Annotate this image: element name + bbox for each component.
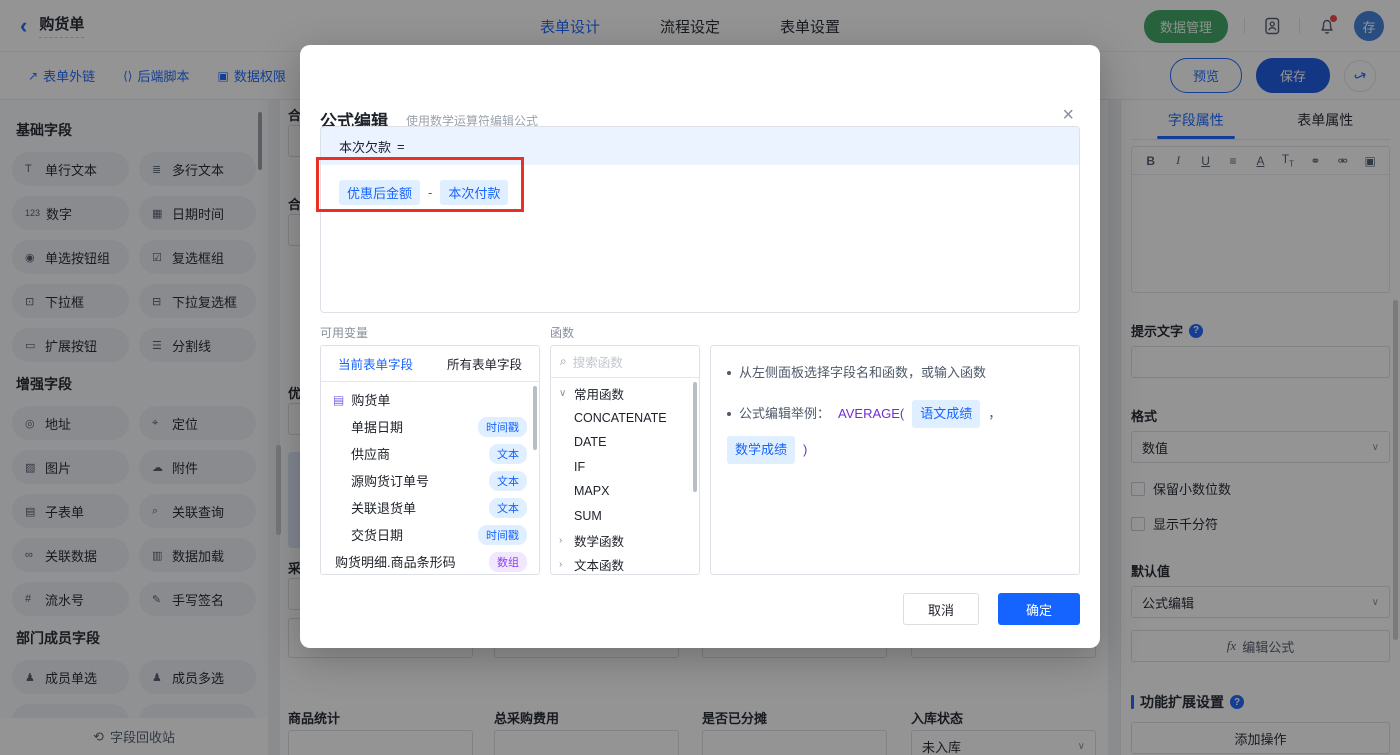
confirm-button[interactable]: 确定 — [998, 593, 1080, 625]
example-field-chip: 语文成绩 — [912, 400, 981, 428]
variables-panel: 当前表单字段 所有表单字段 ▤ 购货单 单据日期 时间戳 供应商 文本 源购货订单号… — [320, 345, 540, 575]
variable-field-row[interactable]: 供应商 文本 — [321, 440, 539, 467]
variable-field-row[interactable]: 单据日期 时间戳 — [321, 413, 539, 440]
type-badge: 文本 — [489, 470, 527, 491]
formula-field-chip[interactable]: 优惠后金额 — [339, 180, 421, 205]
chevron-right-icon: › — [559, 534, 563, 546]
cancel-button[interactable]: 取消 — [903, 593, 979, 625]
function-group-text[interactable]: › 文本函数 — [551, 553, 699, 575]
functions-scrollbar[interactable] — [693, 382, 697, 492]
form-node[interactable]: ▤ 购货单 — [321, 386, 539, 413]
chevron-down-icon: ∨ — [559, 387, 567, 399]
formula-field-chip[interactable]: 本次付款 — [440, 180, 509, 205]
functions-panel: ⌕ 搜索函数 ∨ 常用函数 CONCATENATE DATE IF MAPX SU… — [550, 345, 700, 575]
variable-field-row[interactable]: 关联退货单 文本 — [321, 494, 539, 521]
formula-target: 本次欠款 — [339, 139, 392, 155]
function-group-math[interactable]: › 数学函数 — [551, 528, 699, 553]
tip-text: 从左侧面板选择字段名和函数，或输入函数 — [739, 365, 987, 380]
function-item[interactable]: IF — [551, 455, 699, 480]
tips-panel: 从左侧面板选择字段名和函数，或输入函数 公式编辑举例： AVERAGE( 语文成… — [710, 345, 1080, 575]
function-item[interactable]: DATE — [551, 430, 699, 455]
chevron-right-icon: › — [559, 559, 563, 571]
search-icon: ⌕ — [560, 354, 567, 368]
function-item[interactable]: SUM — [551, 504, 699, 529]
variable-field-row[interactable]: 源购货订单号 文本 — [321, 467, 539, 494]
type-badge: 时间戳 — [478, 416, 527, 437]
comma: ， — [988, 406, 1002, 421]
formula-target-row: 本次欠款 = — [321, 127, 1079, 165]
bullet-icon — [727, 412, 731, 416]
function-group-common[interactable]: ∨ 常用函数 — [551, 381, 699, 406]
tip-example-prefix: 公式编辑举例： — [739, 406, 831, 421]
variable-field-row[interactable]: 购货明细.商品条形码 数组 — [321, 548, 539, 574]
example-function-close: ) — [803, 442, 808, 457]
bullet-icon — [727, 371, 731, 375]
function-item[interactable]: CONCATENATE — [551, 406, 699, 431]
example-function-open: AVERAGE( — [838, 406, 905, 421]
function-item[interactable]: MAPX — [551, 479, 699, 504]
variable-field-row[interactable]: 交货日期 时间戳 — [321, 521, 539, 548]
search-placeholder: 搜索函数 — [572, 356, 623, 370]
type-badge: 数组 — [489, 551, 527, 572]
functions-label: 函数 — [550, 326, 575, 340]
close-icon[interactable]: × — [1062, 105, 1074, 125]
type-badge: 文本 — [489, 443, 527, 464]
minus-operator: - — [428, 185, 433, 200]
type-badge: 时间戳 — [478, 524, 527, 545]
variables-scrollbar[interactable] — [533, 386, 537, 450]
tab-current-form-fields[interactable]: 当前表单字段 — [321, 354, 430, 373]
function-search-input[interactable]: ⌕ 搜索函数 — [551, 346, 699, 378]
formula-input-area[interactable]: 本次欠款 = 优惠后金额 - 本次付款 — [320, 126, 1080, 313]
example-field-chip: 数学成绩 — [727, 436, 796, 464]
form-doc-icon: ▤ — [333, 392, 345, 407]
equals-sign: = — [397, 138, 405, 154]
variables-label: 可用变量 — [320, 326, 369, 340]
type-badge: 文本 — [489, 497, 527, 518]
formula-editor-modal: 公式编辑 使用数学运算符编辑公式 × 本次欠款 = 优惠后金额 - 本次付款 可… — [300, 45, 1100, 648]
tab-all-form-fields[interactable]: 所有表单字段 — [430, 354, 539, 373]
